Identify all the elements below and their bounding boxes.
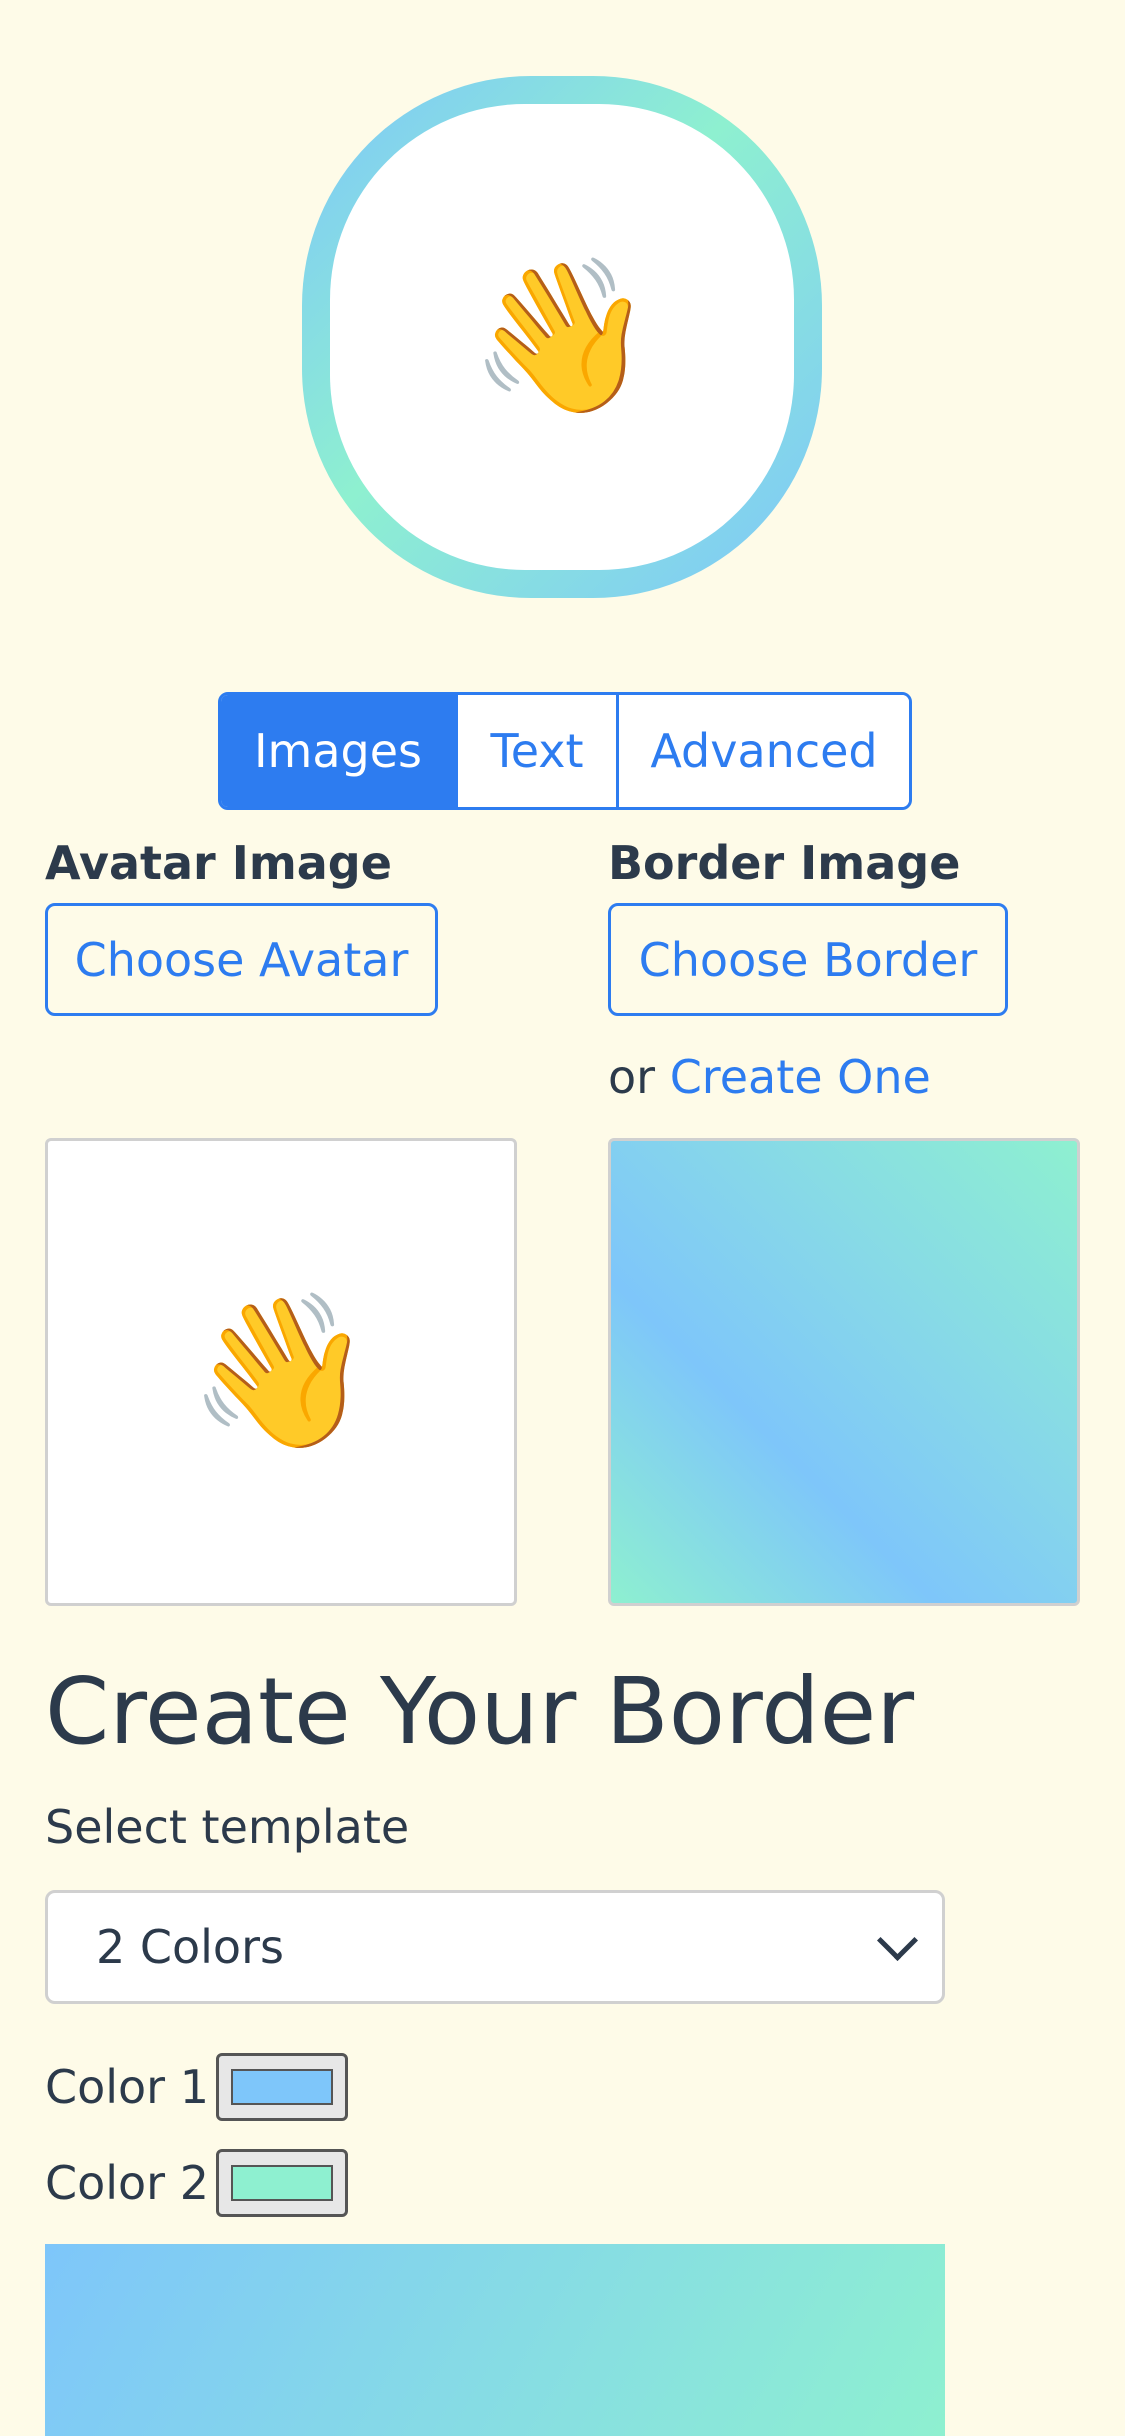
- gradient-preview: [45, 2244, 945, 2436]
- create-border-heading: Create Your Border: [45, 1658, 915, 1765]
- create-one-link[interactable]: Create One: [670, 1050, 931, 1104]
- or-text: or: [608, 1050, 656, 1104]
- tab-text[interactable]: Text: [458, 695, 619, 807]
- color1-label: Color 1: [45, 2060, 209, 2114]
- avatar-image-label: Avatar Image: [45, 836, 392, 890]
- color2-swatch: [231, 2165, 333, 2201]
- color1-picker[interactable]: [216, 2053, 348, 2121]
- avatar-preview-inner: 👋: [330, 104, 794, 570]
- waving-hand-icon: 👋: [187, 1285, 375, 1459]
- select-template-label: Select template: [45, 1800, 410, 1854]
- color2-label: Color 2: [45, 2156, 209, 2210]
- choose-avatar-button[interactable]: Choose Avatar: [45, 903, 438, 1016]
- template-select[interactable]: 2 Colors: [45, 1890, 945, 2004]
- waving-hand-icon: 👋: [468, 250, 656, 424]
- border-image-preview: [608, 1138, 1080, 1606]
- tab-advanced[interactable]: Advanced: [619, 695, 909, 807]
- choose-border-button[interactable]: Choose Border: [608, 903, 1008, 1016]
- tab-images[interactable]: Images: [221, 695, 458, 807]
- tab-bar: Images Text Advanced: [218, 692, 912, 810]
- create-one-row: or Create One: [608, 1050, 931, 1104]
- color1-swatch: [231, 2069, 333, 2105]
- template-select-value: 2 Colors: [96, 1920, 284, 1974]
- color2-picker[interactable]: [216, 2149, 348, 2217]
- chevron-down-icon: [876, 1919, 919, 1961]
- border-image-label: Border Image: [608, 836, 961, 890]
- avatar-preview: 👋: [302, 76, 822, 598]
- avatar-image-preview: 👋: [45, 1138, 517, 1606]
